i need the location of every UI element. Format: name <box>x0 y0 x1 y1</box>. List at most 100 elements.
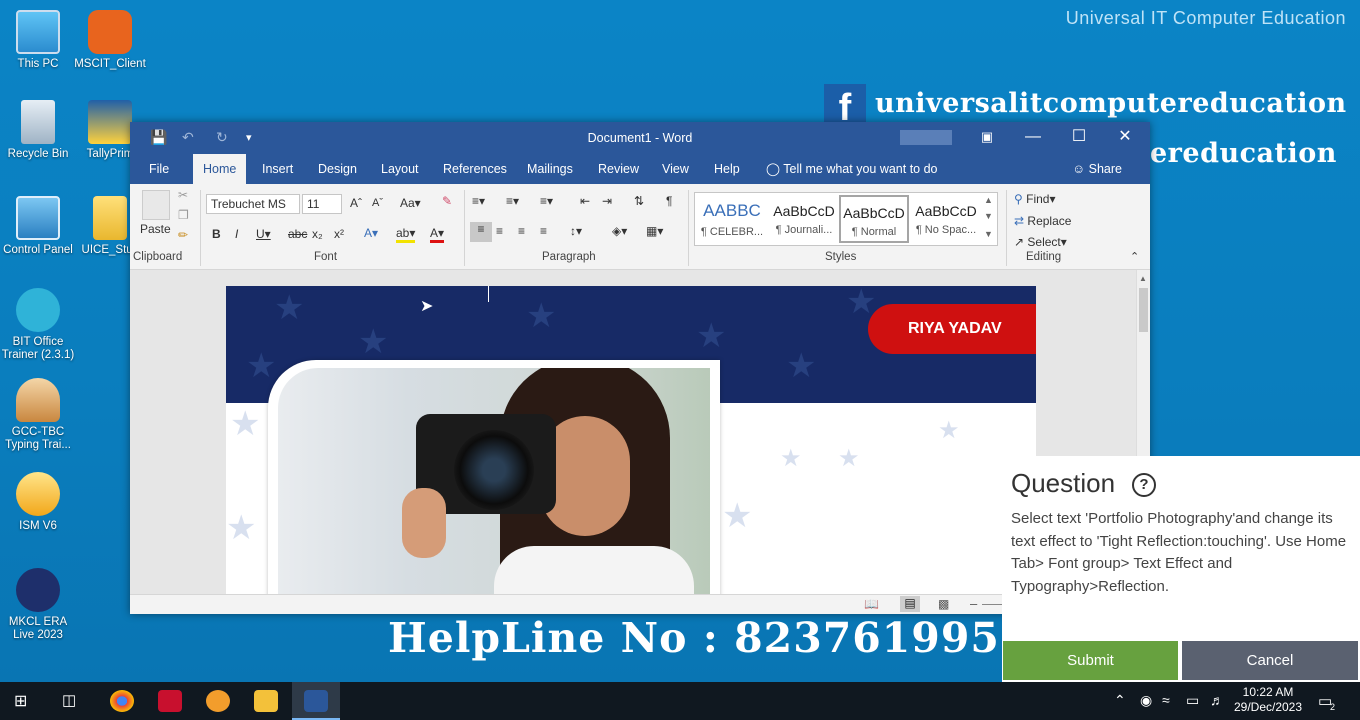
font-size-combo[interactable]: 11 <box>302 194 342 214</box>
tab-layout[interactable]: Layout <box>371 154 429 184</box>
select-button[interactable]: ↗ Select▾ <box>1014 235 1067 249</box>
maximize-button[interactable]: ☐ <box>1056 122 1102 154</box>
numbering-icon[interactable]: ≡▾ <box>506 194 519 208</box>
clear-formatting-icon[interactable]: ✎ <box>442 194 452 208</box>
desktop-icon-mkcl-era[interactable]: MKCL ERA Live 2023 <box>0 568 76 642</box>
multilevel-list-icon[interactable]: ≡▾ <box>540 194 553 208</box>
network-icon[interactable]: ≈ <box>1162 692 1170 708</box>
desktop-icon-bit-office[interactable]: BIT Office Trainer (2.3.1) <box>0 288 76 362</box>
document-page[interactable]: ★ ★ ★ ★ ★ ★ ★ RIYA YADAV ★ ★ ★ ★ ★ ★ <box>226 286 1036 606</box>
show-paragraph-marks-icon[interactable]: ¶ <box>666 194 672 208</box>
scroll-up-icon[interactable]: ▲ <box>1139 274 1147 283</box>
submit-button[interactable]: Submit <box>1003 641 1178 680</box>
desktop-icon-mscit-client[interactable]: MSCIT_Client <box>72 10 148 71</box>
tell-me-search[interactable]: ◯ Tell me what you want to do <box>766 154 938 184</box>
desktop-icon-gcc-tbc[interactable]: GCC-TBC Typing Trai... <box>0 378 76 452</box>
format-painter-icon[interactable]: ✏ <box>178 228 188 242</box>
superscript-icon[interactable]: x² <box>334 227 344 241</box>
portfolio-photo[interactable] <box>278 368 710 598</box>
mkcl-era-icon <box>16 568 60 612</box>
task-view-icon[interactable]: ◫ <box>62 691 76 709</box>
style-no-spacing[interactable]: AaBbCcD ¶ No Spac... <box>911 195 981 243</box>
line-spacing-icon[interactable]: ↕▾ <box>570 224 582 238</box>
style-journalist[interactable]: AaBbCcD ¶ Journali... <box>769 195 839 243</box>
clock[interactable]: 10:22 AM 29/Dec/2023 <box>1228 685 1308 715</box>
zoom-out-icon[interactable]: – <box>970 596 977 611</box>
highlight-icon[interactable]: ab▾ <box>396 226 416 243</box>
minimize-button[interactable]: — <box>1010 122 1056 154</box>
file-explorer-icon[interactable] <box>254 690 278 712</box>
tab-insert[interactable]: Insert <box>252 154 303 184</box>
align-right-icon[interactable]: ≡ <box>518 224 525 238</box>
styles-scroll-up-icon[interactable]: ▲ <box>984 195 993 205</box>
document-canvas[interactable]: ★ ★ ★ ★ ★ ★ ★ RIYA YADAV ★ ★ ★ ★ ★ ★ ➤ <box>130 270 1150 606</box>
windows-start-icon[interactable]: ⊞ <box>14 691 27 711</box>
find-button[interactable]: ⚲ Find▾ <box>1014 192 1056 206</box>
meet-now-icon[interactable]: ◉ <box>1140 692 1152 709</box>
bullets-icon[interactable]: ≡▾ <box>472 194 485 208</box>
subscript-icon[interactable]: x₂ <box>312 227 323 241</box>
scrollbar-thumb[interactable] <box>1139 288 1148 332</box>
read-mode-icon[interactable]: 📖 <box>864 597 879 611</box>
tab-references[interactable]: References <box>433 154 517 184</box>
shading-icon[interactable]: ◈▾ <box>612 224 627 238</box>
desktop-icon-this-pc[interactable]: This PC <box>0 10 76 71</box>
strikethrough-icon[interactable]: abc <box>288 227 307 241</box>
style-celebration[interactable]: AABBC ¶ CELEBR... <box>697 195 767 243</box>
shrink-font-icon[interactable]: Aˇ <box>372 197 383 209</box>
account-area[interactable] <box>900 130 952 145</box>
tab-review[interactable]: Review <box>588 154 649 184</box>
tab-home[interactable]: Home <box>193 154 247 184</box>
italic-icon[interactable]: I <box>235 227 238 241</box>
copy-icon[interactable]: ❐ <box>178 208 189 222</box>
underline-icon[interactable]: U▾ <box>256 227 271 241</box>
tab-design[interactable]: Design <box>308 154 367 184</box>
name-badge[interactable]: RIYA YADAV <box>868 304 1036 354</box>
change-case-icon[interactable]: Aa▾ <box>400 196 421 210</box>
close-button[interactable]: ✕ <box>1102 122 1148 154</box>
cut-icon[interactable]: ✂ <box>178 188 188 202</box>
text-effects-icon[interactable]: A▾ <box>364 226 378 240</box>
replace-button[interactable]: ⇄ Replace <box>1014 214 1071 228</box>
photo-frame[interactable] <box>268 360 720 606</box>
style-name: ¶ Normal <box>851 226 897 238</box>
desktop-icon-ism-v6[interactable]: ISM V6 <box>0 472 76 533</box>
collapse-ribbon-icon[interactable]: ⌃ <box>1130 250 1139 263</box>
decrease-indent-icon[interactable]: ⇤ <box>580 194 590 208</box>
tab-file[interactable]: File <box>139 154 179 184</box>
app-icon[interactable] <box>206 690 230 712</box>
justify-icon[interactable]: ≡ <box>540 224 547 238</box>
web-layout-icon[interactable]: ▩ <box>938 597 949 611</box>
select-label: Select <box>1027 235 1061 249</box>
increase-indent-icon[interactable]: ⇥ <box>602 194 612 208</box>
cancel-button[interactable]: Cancel <box>1182 641 1358 680</box>
tab-mailings[interactable]: Mailings <box>517 154 583 184</box>
chrome-icon[interactable] <box>110 690 134 712</box>
help-icon[interactable]: ? <box>1132 473 1156 497</box>
grow-font-icon[interactable]: Aˆ <box>350 196 362 210</box>
bold-icon[interactable]: B <box>212 227 221 241</box>
word-taskbar-button[interactable] <box>292 682 340 720</box>
paste-icon[interactable] <box>142 190 170 220</box>
volume-icon[interactable]: ♬ <box>1210 692 1224 708</box>
styles-scroll-down-icon[interactable]: ▼ <box>984 211 993 221</box>
share-button[interactable]: ☺ Share <box>1072 154 1122 184</box>
tab-help[interactable]: Help <box>704 154 750 184</box>
align-left-icon[interactable]: ≡ <box>470 222 492 242</box>
print-layout-icon[interactable]: ▤ <box>900 596 920 612</box>
paste-button[interactable]: Paste <box>140 222 171 236</box>
sort-icon[interactable]: ⇅ <box>634 194 644 208</box>
show-hidden-icons-icon[interactable]: ⌃ <box>1114 692 1126 709</box>
borders-icon[interactable]: ▦▾ <box>646 224 663 238</box>
styles-more-icon[interactable]: ▼ <box>984 229 993 239</box>
screen-recorder-icon[interactable] <box>158 690 182 712</box>
tab-view[interactable]: View <box>652 154 699 184</box>
font-name-combo[interactable]: Trebuchet MS <box>206 194 300 214</box>
style-normal[interactable]: AaBbCcD ¶ Normal <box>839 195 909 243</box>
align-center-icon[interactable]: ≡ <box>496 224 503 238</box>
desktop-icon-control-panel[interactable]: Control Panel <box>0 196 76 257</box>
desktop-icon-recycle-bin[interactable]: Recycle Bin <box>0 100 76 161</box>
ribbon-display-options-icon[interactable]: ▣ <box>964 122 1010 154</box>
battery-icon[interactable]: ▭ <box>1186 692 1199 709</box>
font-color-icon[interactable]: A▾ <box>430 226 445 243</box>
